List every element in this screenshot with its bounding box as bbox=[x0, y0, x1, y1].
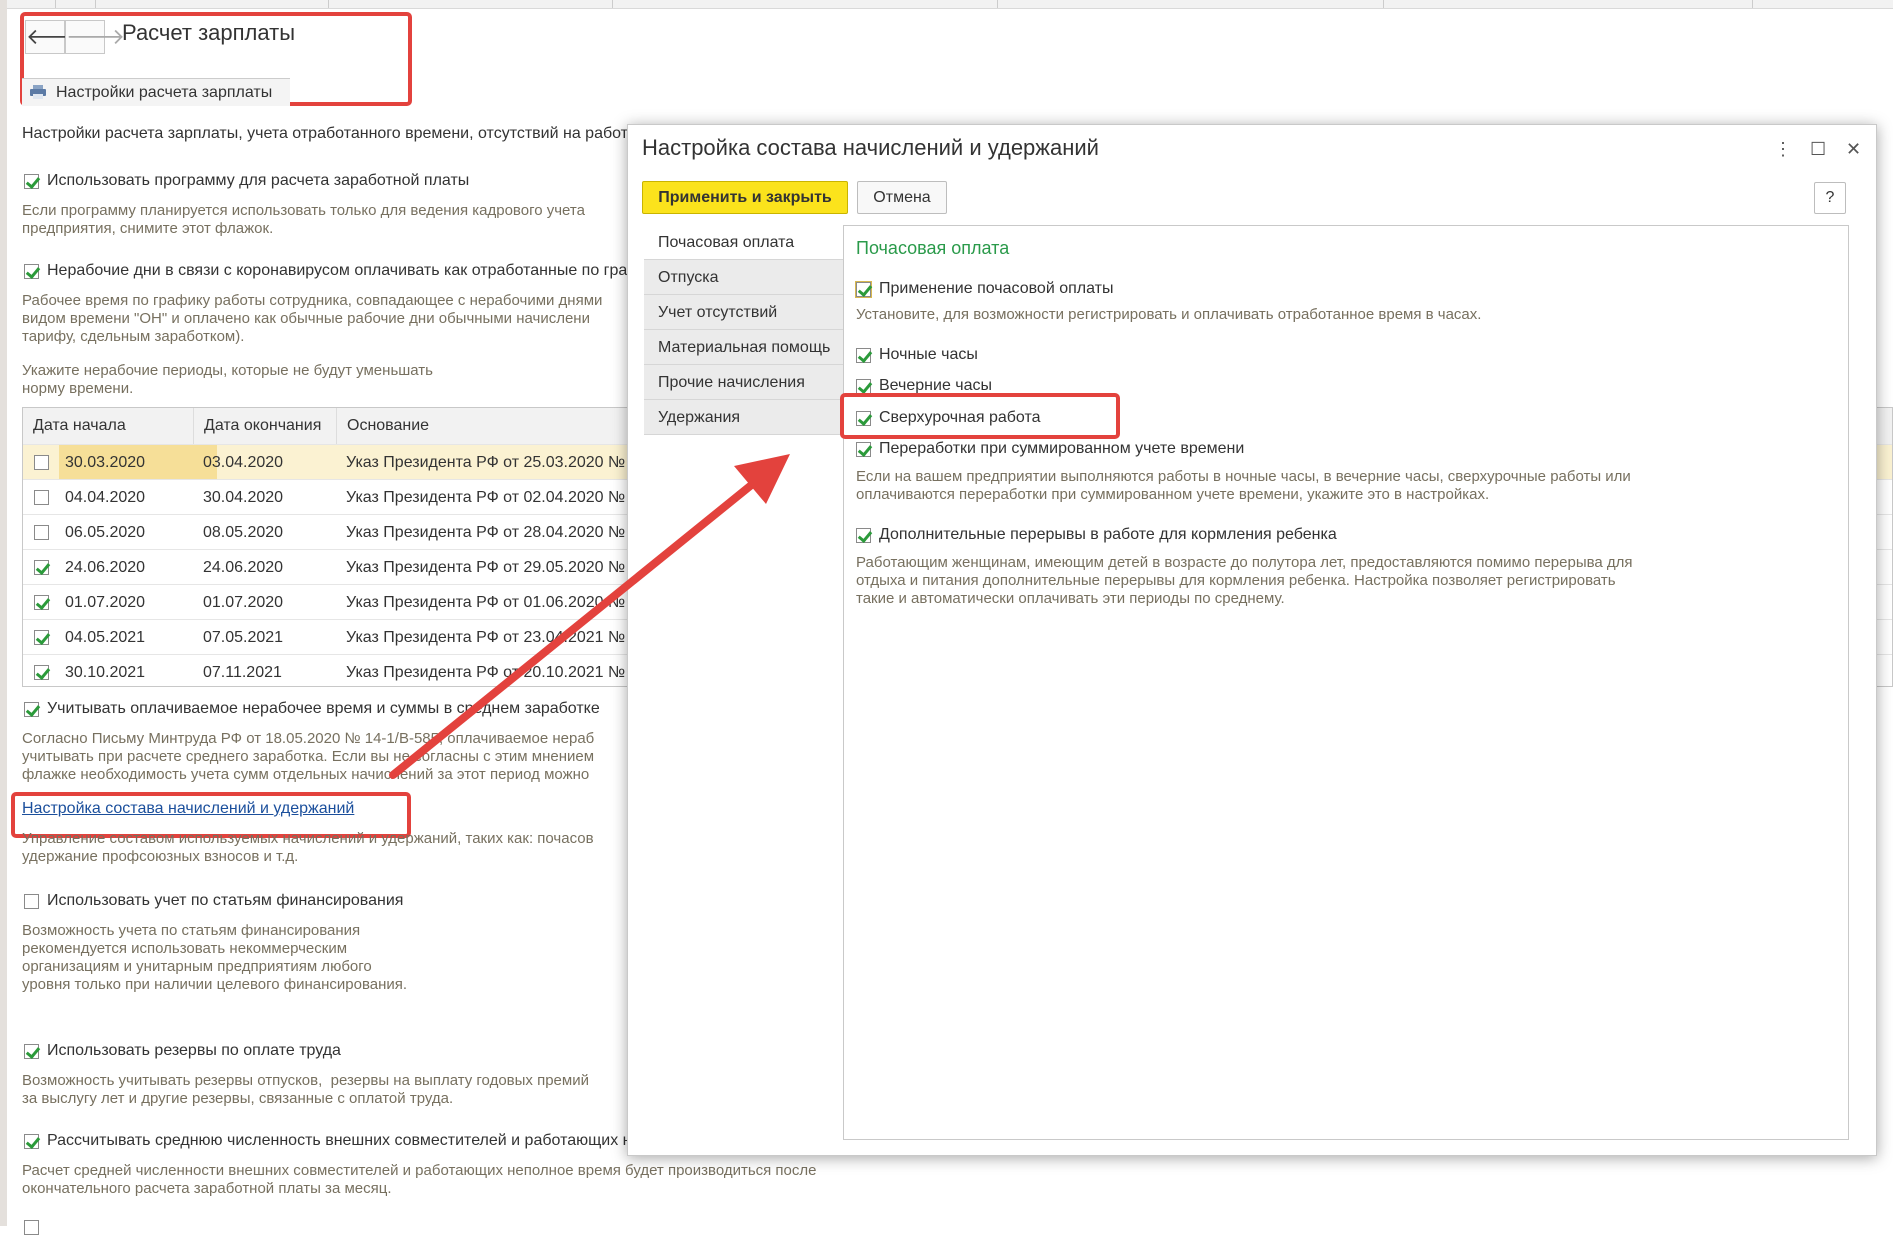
hourly-pay-hint: Установите, для возможности регистрирова… bbox=[856, 306, 1482, 323]
night-hours-option[interactable]: Ночные часы bbox=[856, 346, 978, 364]
tab-hourly-pay[interactable]: Почасовая оплата bbox=[644, 225, 844, 260]
checkbox-icon[interactable] bbox=[34, 455, 49, 470]
left-panel-strip bbox=[0, 0, 7, 1226]
covid-days-hint: Рабочее время по графику работы сотрудни… bbox=[22, 292, 603, 345]
checkbox-icon[interactable] bbox=[856, 441, 871, 457]
printer-icon bbox=[30, 85, 46, 99]
option-label: Дополнительные перерывы в работе для кор… bbox=[879, 526, 1337, 543]
checkbox-icon[interactable] bbox=[34, 525, 49, 540]
checkbox-icon[interactable] bbox=[24, 1133, 39, 1149]
cell-start-date: 04.05.2021 bbox=[65, 629, 146, 646]
cell-end-date: 07.11.2021 bbox=[203, 664, 282, 681]
tab-material-aid[interactable]: Материальная помощь bbox=[644, 330, 844, 365]
cell-end-date: 24.06.2020 bbox=[203, 559, 284, 576]
cancel-button[interactable]: Отмена bbox=[857, 181, 947, 214]
accruals-settings-dialog: Настройка состава начислений и удержаний… bbox=[627, 124, 1877, 1156]
checkbox-icon[interactable] bbox=[24, 263, 39, 279]
tab-label: Настройки расчета зарплаты bbox=[56, 84, 273, 101]
cell-start-date: 30.03.2020 bbox=[65, 454, 146, 471]
avg-count-option[interactable]: Рассчитывать среднюю численность внешних… bbox=[24, 1132, 632, 1150]
use-program-option[interactable]: Использовать программу для расчета зараб… bbox=[24, 172, 469, 190]
dialog-tabs: Почасовая оплата Отпуска Учет отсутствий… bbox=[644, 225, 844, 435]
option-label: Ночные часы bbox=[879, 346, 978, 363]
financing-hint: Возможность учета по статьям финансирова… bbox=[22, 922, 408, 993]
highlight-box-overtime bbox=[840, 393, 1120, 439]
cell-reason: Указ Президента РФ от 25.03.2020 № bbox=[346, 454, 626, 471]
option-label: Учитывать оплачиваемое нерабочее время и… bbox=[47, 700, 600, 717]
cell-reason: Указ Президента РФ от 29.05.2020 № bbox=[346, 559, 626, 576]
tab-absences[interactable]: Учет отсутствий bbox=[644, 295, 844, 330]
checkbox-icon[interactable] bbox=[856, 347, 871, 363]
cell-start-date: 06.05.2020 bbox=[65, 524, 146, 541]
accruals-link-hint: Управление составом используемых начисле… bbox=[22, 830, 594, 865]
help-button[interactable]: ? bbox=[1814, 182, 1846, 214]
cell-start-date: 24.06.2020 bbox=[65, 559, 146, 576]
checkbox-icon[interactable] bbox=[34, 490, 49, 505]
checkbox-icon[interactable] bbox=[34, 560, 49, 575]
apply-and-close-button[interactable]: Применить и закрыть bbox=[642, 181, 848, 214]
checkbox-icon[interactable] bbox=[34, 630, 49, 645]
cell-start-date: 01.07.2020 bbox=[65, 594, 146, 611]
avg-count-hint: Расчет средней численности внешних совме… bbox=[22, 1162, 817, 1197]
avg-earnings-hint: Согласно Письму Минтруда РФ от 18.05.202… bbox=[22, 730, 595, 783]
intro-text: Настройки расчета зарплаты, учета отрабо… bbox=[22, 125, 628, 142]
tab-deductions[interactable]: Удержания bbox=[644, 400, 844, 435]
use-program-hint: Если программу планируется использовать … bbox=[22, 202, 585, 237]
tab-salary-settings[interactable]: Настройки расчета зарплаты bbox=[22, 78, 290, 106]
tab-content-hourly-pay: Почасовая оплата Применение почасовой оп… bbox=[843, 225, 1849, 1140]
option-label: Использовать программу для расчета зараб… bbox=[47, 172, 470, 189]
maximize-icon[interactable]: ☐ bbox=[1810, 139, 1826, 160]
cell-end-date: 30.04.2020 bbox=[203, 489, 284, 506]
checkbox-icon[interactable] bbox=[856, 378, 871, 394]
hourly-pay-option[interactable]: Применение почасовой оплаты bbox=[855, 280, 1114, 298]
option-label: Нерабочие дни в связи с коронавирусом оп… bbox=[47, 262, 628, 279]
checkbox-icon[interactable] bbox=[855, 280, 872, 298]
summary-overtime-hint: Если на вашем предприятии выполняются ра… bbox=[856, 468, 1631, 503]
checkbox-icon[interactable] bbox=[24, 173, 39, 189]
option-label: Рассчитывать среднюю численность внешних… bbox=[47, 1132, 632, 1149]
cell-start-date: 30.10.2021 bbox=[65, 664, 146, 681]
cell-end-date: 01.07.2020 bbox=[203, 594, 284, 611]
feeding-breaks-hint: Работающим женщинам, имеющим детей в воз… bbox=[856, 554, 1633, 607]
cell-reason: Указ Президента РФ от 02.04.2020 № bbox=[346, 489, 626, 506]
periods-hint: Укажите нерабочие периоды, которые не бу… bbox=[22, 362, 433, 397]
tab-other-accruals[interactable]: Прочие начисления bbox=[644, 365, 844, 400]
cell-end-date: 03.04.2020 bbox=[203, 454, 284, 471]
cell-end-date: 07.05.2021 bbox=[203, 629, 284, 646]
cell-reason: Указ Президента РФ от 20.10.2021 № bbox=[346, 664, 626, 681]
avg-earnings-option[interactable]: Учитывать оплачиваемое нерабочее время и… bbox=[24, 700, 600, 718]
reserves-hint: Возможность учитывать резервы отпусков, … bbox=[22, 1072, 589, 1107]
cell-end-date: 08.05.2020 bbox=[203, 524, 284, 541]
checkbox-icon[interactable] bbox=[24, 1220, 39, 1235]
more-icon[interactable]: ⋮ bbox=[1774, 139, 1792, 160]
cell-start-date: 04.04.2020 bbox=[65, 489, 146, 506]
section-title: Почасовая оплата bbox=[856, 238, 1010, 258]
dialog-title: Настройка состава начислений и удержаний bbox=[642, 135, 1099, 160]
top-tabs-bar bbox=[0, 0, 1893, 9]
close-icon[interactable]: ✕ bbox=[1846, 139, 1861, 160]
option-label: Переработки при суммированном учете врем… bbox=[879, 440, 1245, 457]
checkbox-icon[interactable] bbox=[24, 1043, 39, 1059]
checkbox-icon[interactable] bbox=[24, 701, 39, 717]
checkbox-icon[interactable] bbox=[34, 665, 49, 680]
checkbox-icon[interactable] bbox=[34, 595, 49, 610]
column-header-start[interactable]: Дата начала bbox=[23, 408, 194, 444]
summary-overtime-option[interactable]: Переработки при суммированном учете врем… bbox=[856, 440, 1244, 458]
option-label: Использовать учет по статьям финансирова… bbox=[47, 892, 404, 909]
checkbox-icon[interactable] bbox=[24, 893, 39, 909]
financing-option[interactable]: Использовать учет по статьям финансирова… bbox=[24, 892, 403, 910]
reserves-option[interactable]: Использовать резервы по оплате труда bbox=[24, 1042, 341, 1060]
tab-vacations[interactable]: Отпуска bbox=[644, 260, 844, 295]
column-header-end[interactable]: Дата окончания bbox=[194, 408, 337, 444]
feeding-breaks-option[interactable]: Дополнительные перерывы в работе для кор… bbox=[856, 526, 1337, 544]
covid-days-option[interactable]: Нерабочие дни в связи с коронавирусом оп… bbox=[24, 262, 627, 280]
cell-reason: Указ Президента РФ от 23.04.2021 № bbox=[346, 629, 626, 646]
option-label: Применение почасовой оплаты bbox=[879, 280, 1114, 297]
checkbox-icon[interactable] bbox=[856, 527, 871, 543]
option-label: Использовать резервы по оплате труда bbox=[47, 1042, 341, 1059]
cell-reason: Указ Президента РФ от 01.06.2020 № bbox=[346, 594, 626, 611]
cell-reason: Указ Президента РФ от 28.04.2020 № bbox=[346, 524, 626, 541]
